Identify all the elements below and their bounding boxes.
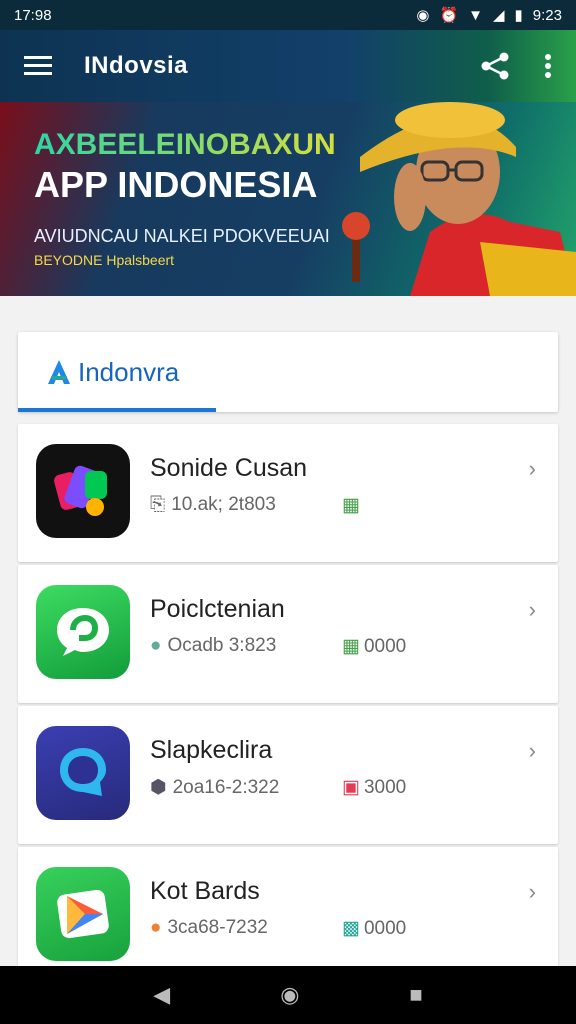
list-item[interactable]: Slapkeclira ⬢ 2oa16-2:322 ▣ 3000 › bbox=[18, 706, 558, 844]
app-meta: ⬢ 2oa16-2:322 bbox=[150, 776, 280, 799]
vibrate-icon: ◉ bbox=[416, 7, 430, 24]
banner-person-image bbox=[342, 102, 576, 296]
home-icon[interactable]: ◉ bbox=[280, 982, 299, 1008]
chevron-right-icon: › bbox=[528, 879, 536, 904]
back-icon[interactable]: ◀ bbox=[153, 982, 170, 1008]
list-item[interactable]: Kot Bards ● 3ca68-7232 ▩ 0000 › bbox=[18, 847, 558, 985]
app-bar: INdovsia bbox=[0, 30, 576, 102]
qr-icon: ▦ bbox=[342, 636, 360, 657]
category-tab-bar: Indonvra bbox=[18, 332, 558, 412]
banner-tagline: BEYODNE Hpalsbeert bbox=[34, 252, 175, 268]
camera-icon: ▣ bbox=[342, 777, 360, 798]
wifi-icon: ▼ bbox=[468, 6, 483, 24]
chevron-right-icon: › bbox=[528, 597, 536, 622]
app-meta: ● 3ca68-7232 bbox=[150, 917, 268, 938]
app-list: Sonide Cusan ⎘ 10.ak; 2t803 ▦ › Poiclcte… bbox=[18, 424, 558, 988]
app-stat: ▩ 0000 bbox=[342, 917, 407, 940]
app-icon-chat bbox=[36, 585, 130, 679]
app-meta: ⎘ 10.ak; 2t803 bbox=[150, 494, 276, 515]
app-stat: ▣ 3000 bbox=[342, 776, 407, 799]
list-item[interactable]: Poiclctenian ● Ocadb 3:823 ▦ 0000 › bbox=[18, 565, 558, 703]
qr-icon: ▦ bbox=[342, 495, 360, 516]
app-name: Sonide Cusan bbox=[150, 454, 308, 482]
battery-icon: ▮ bbox=[514, 7, 523, 24]
banner-headline-top: AXBEELEINOBAXUN bbox=[34, 128, 336, 161]
chevron-right-icon: › bbox=[528, 456, 536, 481]
app-name: Kot Bards bbox=[150, 877, 260, 905]
app-stat: ▦ bbox=[342, 494, 364, 517]
tab-indonvra[interactable]: Indonvra bbox=[18, 332, 216, 412]
app-icon-creative bbox=[36, 444, 130, 538]
app-icon-messenger bbox=[36, 726, 130, 820]
puzzle-icon: ▩ bbox=[342, 918, 360, 939]
app-stat: ▦ 0000 bbox=[342, 635, 407, 658]
signal-icon: ◢ bbox=[492, 7, 505, 24]
app-name: Poiclctenian bbox=[150, 595, 285, 623]
status-bar: 17:98 ◉ ⏰ ▼ ◢ ▮ 9:23 bbox=[0, 0, 576, 30]
chat-bubble-icon: ● bbox=[150, 635, 162, 656]
tab-selected-indicator bbox=[18, 408, 216, 412]
app-title: INdovsia bbox=[84, 52, 189, 79]
status-right-time: 9:23 bbox=[532, 6, 562, 24]
document-icon: ⎘ bbox=[150, 494, 166, 515]
banner-subtitle: AVIUDNCAU NALKEI PDOKVEEUAI bbox=[34, 226, 330, 246]
tag-icon: ● bbox=[150, 917, 162, 938]
promo-banner[interactable]: AXBEELEINOBAXUN APP INDONESIA AVIUDNCAU … bbox=[0, 102, 576, 296]
status-time: 17:98 bbox=[14, 6, 52, 24]
alarm-icon: ⏰ bbox=[439, 7, 459, 24]
menu-icon[interactable] bbox=[24, 55, 52, 77]
app-name: Slapkeclira bbox=[150, 736, 273, 764]
logo-icon bbox=[48, 360, 70, 384]
recents-icon[interactable]: ■ bbox=[409, 982, 422, 1008]
shield-icon: ⬢ bbox=[150, 777, 167, 798]
chevron-right-icon: › bbox=[528, 738, 536, 763]
app-icon-play bbox=[36, 867, 130, 961]
status-icons: ◉ ⏰ ▼ ◢ ▮ 9:23 bbox=[416, 6, 562, 25]
app-meta: ● Ocadb 3:823 bbox=[150, 635, 277, 656]
tab-label: Indonvra bbox=[78, 356, 180, 387]
system-nav-bar: ◀ ◉ ■ bbox=[0, 966, 576, 1024]
banner-headline: APP INDONESIA bbox=[34, 164, 318, 205]
more-options-icon[interactable] bbox=[544, 53, 552, 79]
share-icon[interactable] bbox=[480, 51, 510, 81]
list-item[interactable]: Sonide Cusan ⎘ 10.ak; 2t803 ▦ › bbox=[18, 424, 558, 562]
